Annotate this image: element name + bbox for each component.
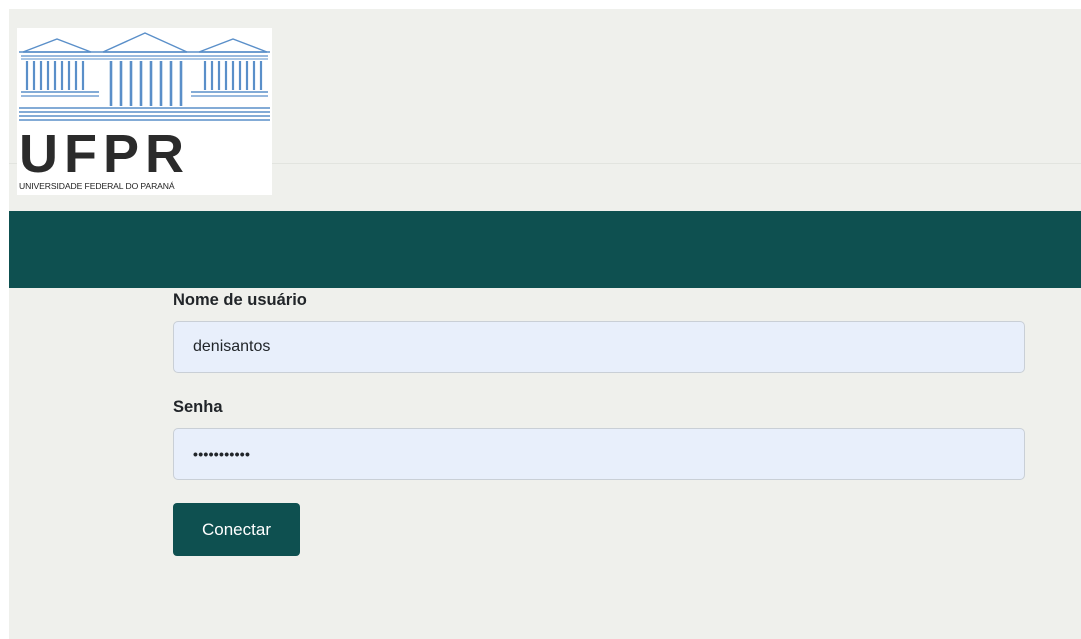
username-input[interactable]: denisantos xyxy=(173,321,1025,373)
password-input[interactable]: ••••••••••• xyxy=(173,428,1025,480)
connect-button[interactable]: Conectar xyxy=(173,503,300,556)
username-value: denisantos xyxy=(193,338,271,355)
password-label: Senha xyxy=(173,398,223,416)
login-page: UFPR UNIVERSIDADE FEDERAL DO PARANÁ Nome… xyxy=(9,9,1081,639)
ufpr-building-emblem: UFPR xyxy=(19,32,270,184)
password-value: ••••••••••• xyxy=(193,446,251,462)
ufpr-logo: UFPR UNIVERSIDADE FEDERAL DO PARANÁ xyxy=(17,28,272,195)
logo-caption: UNIVERSIDADE FEDERAL DO PARANÁ xyxy=(19,181,175,191)
header-banner xyxy=(9,211,1081,288)
username-label: Nome de usuário xyxy=(173,291,307,309)
ufpr-wordmark: UFPR xyxy=(19,124,190,184)
login-form: Nome de usuário denisantos Senha •••••••… xyxy=(173,288,1025,556)
